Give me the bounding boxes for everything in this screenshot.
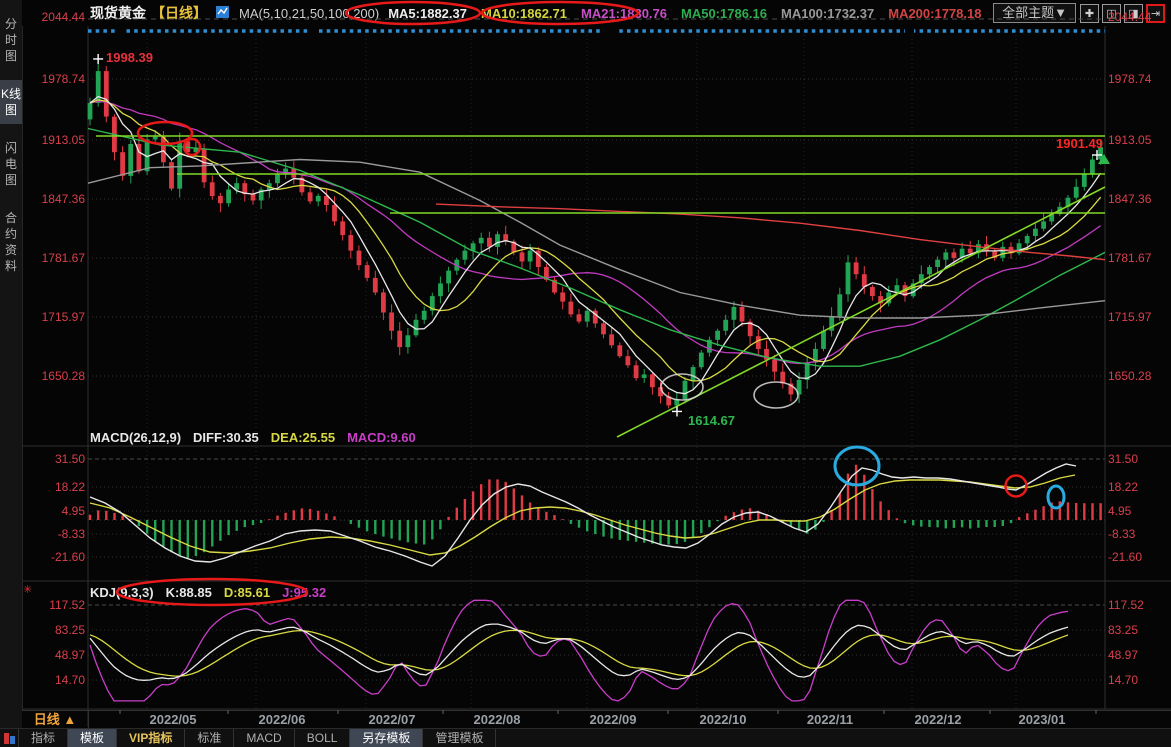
time-axis: 日线 ▲ 2022/05 2022/06 2022/07 2022/08 2022/09… <box>22 710 1171 730</box>
month-label-2022/10: 2022/10 <box>700 712 747 727</box>
instrument-title: 现货黄金 <box>90 3 146 23</box>
month-label-2022/12: 2022/12 <box>915 712 962 727</box>
svg-text:1715.97: 1715.97 <box>1108 310 1152 324</box>
sidebar-item-2[interactable]: 闪电图 <box>0 134 22 194</box>
toolbar-tab-4[interactable]: MACD <box>234 729 294 747</box>
svg-text:117.52: 117.52 <box>1108 598 1144 612</box>
month-label-2022/09: 2022/09 <box>590 712 637 727</box>
window-icon-group: ✚◫◨⇥ <box>1080 4 1165 23</box>
chart-canvas: 2044.442044.441978.741978.741913.051913.… <box>0 0 1171 747</box>
toolbar-tab-2[interactable]: VIP指标 <box>117 729 185 747</box>
toolbar-tab-0[interactable]: 指标 <box>19 729 68 747</box>
theme-dropdown[interactable]: 全部主题▼ <box>993 3 1076 23</box>
svg-text:1715.97: 1715.97 <box>42 310 86 324</box>
kdj-header: KDJ(9,3,3) K:88.85 D:85.61 J:95.32 <box>90 585 326 600</box>
svg-text:31.50: 31.50 <box>55 452 85 466</box>
svg-text:117.52: 117.52 <box>49 598 85 612</box>
month-label-2022/06: 2022/06 <box>259 712 306 727</box>
svg-text:1913.05: 1913.05 <box>1108 133 1152 147</box>
svg-text:1650.28: 1650.28 <box>1108 369 1152 383</box>
svg-text:-8.33: -8.33 <box>58 527 86 541</box>
ma-value-5: MA200:1778.18 <box>888 6 981 21</box>
svg-text:83.25: 83.25 <box>1108 623 1138 637</box>
svg-text:1978.74: 1978.74 <box>42 72 86 86</box>
ma-value-0: MA5:1882.37 <box>388 6 467 21</box>
macd-diff-value: DIFF:30.35 <box>193 430 259 445</box>
macd-name: MACD(26,12,9) <box>90 430 181 445</box>
ma-settings-label: MA(5,10,21,50,100,200) <box>239 6 379 21</box>
svg-text:-21.60: -21.60 <box>1108 550 1142 564</box>
toolbar-tab-6[interactable]: 另存模板 <box>350 729 423 747</box>
bottom-toolbar: 指标模板VIP指标标准MACDBOLL另存模板管理模板 <box>0 728 1171 747</box>
svg-text:1913.05: 1913.05 <box>42 133 86 147</box>
indicator-settings-icon[interactable]: ✳ <box>23 583 32 596</box>
ma-value-1: MA10:1862.71 <box>481 6 567 21</box>
svg-text:1781.67: 1781.67 <box>1108 251 1152 265</box>
toolbar-tab-7[interactable]: 管理模板 <box>423 729 496 747</box>
svg-text:1614.67: 1614.67 <box>688 413 735 428</box>
svg-text:4.95: 4.95 <box>62 504 86 518</box>
svg-text:14.70: 14.70 <box>1108 673 1138 687</box>
toolbar-logo-icon <box>0 729 19 747</box>
svg-text:48.97: 48.97 <box>1108 648 1138 662</box>
month-label-2022/05: 2022/05 <box>150 712 197 727</box>
zoom-frame-left-icon[interactable]: ◫ <box>1102 4 1121 23</box>
sidebar-item-1[interactable]: K线图 <box>0 80 22 124</box>
ma-values: MA5:1882.37 MA10:1862.71 MA21:1830.76 MA50:… <box>388 6 981 21</box>
svg-text:18.22: 18.22 <box>55 480 85 494</box>
toolbar-tab-5[interactable]: BOLL <box>295 729 351 747</box>
svg-text:1781.67: 1781.67 <box>42 251 86 265</box>
month-label-2022/08: 2022/08 <box>474 712 521 727</box>
sidebar-item-0[interactable]: 分时图 <box>0 10 22 70</box>
month-label-2023/01: 2023/01 <box>1019 712 1066 727</box>
left-view-tabs: 分时图 K线图闪电图合约资料 <box>0 0 23 747</box>
timeframe-selector[interactable]: 日线 ▲ <box>22 711 89 728</box>
svg-text:1847.36: 1847.36 <box>42 192 86 206</box>
sidebar-item-3[interactable]: 合约资料 <box>0 204 22 280</box>
svg-text:-21.60: -21.60 <box>51 550 85 564</box>
svg-text:-8.33: -8.33 <box>1108 527 1136 541</box>
svg-text:14.70: 14.70 <box>55 673 85 687</box>
ma-value-2: MA21:1830.76 <box>581 6 667 21</box>
svg-text:1847.36: 1847.36 <box>1108 192 1152 206</box>
svg-text:1901.49: 1901.49 <box>1056 136 1103 151</box>
collapse-panel-icon[interactable]: ⇥ <box>1146 4 1165 23</box>
window-controls: 全部主题▼ ✚◫◨⇥ <box>993 3 1165 23</box>
macd-dea-value: DEA:25.55 <box>271 430 335 445</box>
kline-icon <box>216 5 230 22</box>
move-crosshair-icon[interactable]: ✚ <box>1080 4 1099 23</box>
svg-text:18.22: 18.22 <box>1108 480 1138 494</box>
toolbar-tab-3[interactable]: 标准 <box>185 729 234 747</box>
ma-value-3: MA50:1786.16 <box>681 6 767 21</box>
svg-text:31.50: 31.50 <box>1108 452 1138 466</box>
kdj-j-value: J:95.32 <box>282 585 326 600</box>
indicator-tabs: 指标模板VIP指标标准MACDBOLL另存模板管理模板 <box>19 729 496 747</box>
svg-text:1650.28: 1650.28 <box>42 369 86 383</box>
chart-header: 现货黄金 【日线】 MA(5,10,21,50,100,200) MA5:188… <box>22 0 1171 26</box>
timeframe-label: 【日线】 <box>151 3 207 23</box>
month-label-2022/11: 2022/11 <box>807 712 853 727</box>
toolbar-tab-1[interactable]: 模板 <box>68 729 117 747</box>
month-label-2022/07: 2022/07 <box>369 712 416 727</box>
svg-text:1978.74: 1978.74 <box>1108 72 1152 86</box>
ma-value-4: MA100:1732.37 <box>781 6 874 21</box>
zoom-frame-right-icon[interactable]: ◨ <box>1124 4 1143 23</box>
macd-macd-value: MACD:9.60 <box>347 430 416 445</box>
svg-text:83.25: 83.25 <box>55 623 85 637</box>
svg-text:1998.39: 1998.39 <box>106 50 153 65</box>
svg-text:4.95: 4.95 <box>1108 504 1132 518</box>
kdj-k-value: K:88.85 <box>166 585 212 600</box>
macd-header: MACD(26,12,9) DIFF:30.35 DEA:25.55 MACD:… <box>90 430 416 445</box>
svg-text:48.97: 48.97 <box>55 648 85 662</box>
kdj-name: KDJ(9,3,3) <box>90 585 154 600</box>
kdj-d-value: D:85.61 <box>224 585 270 600</box>
trading-app-window: { "sidebar": { "items": [ {"label":"分时图"… <box>0 0 1171 747</box>
